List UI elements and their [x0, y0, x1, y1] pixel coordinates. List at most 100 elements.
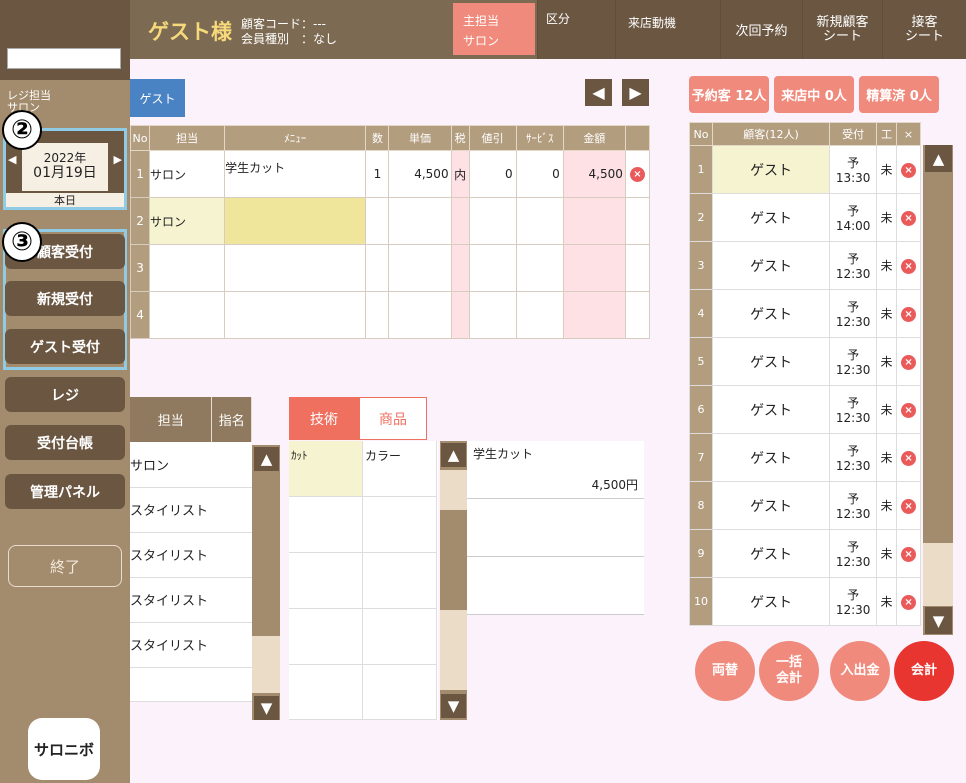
nomination-cell[interactable] [211, 577, 252, 623]
tab-tech[interactable]: 技術 [289, 397, 359, 440]
res-customer-name[interactable]: ゲスト [711, 529, 831, 578]
res-customer-name[interactable]: ゲスト [711, 577, 831, 626]
delete-icon[interactable]: × [901, 546, 917, 562]
list-item[interactable]: サロン [130, 442, 252, 488]
nomination-cell[interactable] [211, 487, 252, 533]
delete-icon[interactable]: × [901, 210, 917, 226]
category-empty[interactable] [289, 665, 363, 720]
delete-icon[interactable]: × [901, 258, 917, 274]
table-row[interactable]: 4 [129, 291, 651, 339]
today-button[interactable]: 本日 [6, 192, 124, 207]
category-empty[interactable] [363, 497, 437, 553]
category-scroll-thumb[interactable] [440, 470, 467, 510]
admin-panel-button[interactable]: 管理パネル [5, 474, 125, 509]
register-button[interactable]: レジ [5, 377, 125, 412]
category-empty[interactable] [363, 609, 437, 665]
nomination-cell[interactable] [211, 532, 252, 578]
res-customer-name[interactable]: ゲスト [711, 193, 831, 242]
table-row[interactable]: 2 ゲスト 予14:00 未 × [689, 193, 921, 242]
next-arrow-icon[interactable]: ▶ [622, 79, 649, 106]
visit-reason-button[interactable]: 来店動機 [615, 0, 720, 59]
staff-name[interactable]: スタイリスト [130, 577, 212, 623]
row-staff[interactable] [149, 244, 226, 292]
table-row[interactable]: 1 ゲスト 予13:30 未 × [689, 145, 921, 194]
reserved-count-button[interactable]: 予約客 12人 [689, 76, 769, 113]
row-price[interactable] [388, 244, 452, 292]
staff-name[interactable]: サロン [130, 442, 212, 488]
row-menu[interactable]: 学生カット [224, 150, 367, 198]
category-scroll-up-icon[interactable]: ▲ [441, 443, 466, 467]
row-discount[interactable] [468, 291, 517, 339]
row-menu[interactable] [224, 291, 367, 339]
table-row[interactable]: 5 ゲスト 予12:30 未 × [689, 337, 921, 386]
staff-scroll-down-icon[interactable]: ▼ [254, 696, 279, 720]
reception-ledger-button[interactable]: 受付台帳 [5, 425, 125, 460]
res-customer-name[interactable]: ゲスト [711, 241, 831, 290]
reservation-scroll-up-icon[interactable]: ▲ [925, 145, 952, 172]
row-menu[interactable] [224, 197, 367, 245]
table-row[interactable]: 10 ゲスト 予12:30 未 × [689, 577, 921, 626]
row-qty[interactable] [365, 244, 390, 292]
table-row[interactable]: 3 ゲスト 予12:30 未 × [689, 241, 921, 290]
table-row[interactable]: 7 ゲスト 予12:30 未 × [689, 433, 921, 482]
delete-icon[interactable]: × [629, 167, 645, 182]
category-empty[interactable] [289, 609, 363, 665]
prev-date-icon[interactable]: ◀ [8, 153, 16, 166]
visiting-count-button[interactable]: 来店中 0人 [774, 76, 854, 113]
res-customer-name[interactable]: ゲスト [711, 145, 831, 194]
checkout-button[interactable]: 会計 [894, 641, 954, 701]
row-qty[interactable] [365, 291, 390, 339]
staff-name[interactable] [130, 667, 212, 702]
guest-accept-button[interactable]: ゲスト受付 [5, 329, 125, 364]
res-customer-name[interactable]: ゲスト [711, 385, 831, 434]
res-customer-name[interactable]: ゲスト [711, 289, 831, 338]
res-customer-name[interactable]: ゲスト [711, 433, 831, 482]
delete-icon[interactable]: × [901, 162, 917, 178]
row-discount[interactable] [468, 197, 517, 245]
category-empty[interactable] [289, 497, 363, 553]
row-price[interactable]: 4,500 [388, 150, 452, 198]
category-empty[interactable] [289, 553, 363, 609]
menu-item[interactable]: 学生カット 4,500円 [467, 441, 644, 499]
tab-product[interactable]: 商品 [359, 397, 427, 440]
row-menu[interactable] [224, 244, 367, 292]
bulk-checkout-button[interactable]: 一括 会計 [759, 641, 819, 701]
category-scroll-down-icon[interactable]: ▼ [441, 694, 466, 718]
row-price[interactable] [388, 197, 452, 245]
category-empty[interactable] [363, 665, 437, 720]
guest-tab[interactable]: ゲスト [130, 79, 185, 117]
new-accept-button[interactable]: 新規受付 [5, 281, 125, 316]
staff-scroll-up-icon[interactable]: ▲ [254, 447, 279, 471]
row-price[interactable] [388, 291, 452, 339]
row-service[interactable] [515, 197, 564, 245]
list-item[interactable]: スタイリスト [130, 577, 252, 623]
menu-item[interactable] [467, 499, 644, 557]
table-row[interactable]: 3 [129, 244, 651, 292]
row-discount[interactable] [468, 244, 517, 292]
row-qty[interactable] [365, 197, 390, 245]
next-date-icon[interactable]: ▶ [114, 153, 122, 166]
table-row[interactable]: 8 ゲスト 予12:30 未 × [689, 481, 921, 530]
delete-icon[interactable]: × [901, 498, 917, 514]
prev-arrow-icon[interactable]: ◀ [585, 79, 612, 106]
table-row[interactable]: 6 ゲスト 予12:30 未 × [689, 385, 921, 434]
delete-icon[interactable]: × [901, 354, 917, 370]
menu-item[interactable] [467, 557, 644, 615]
row-service[interactable] [515, 244, 564, 292]
exit-button[interactable]: 終了 [8, 545, 122, 587]
nomination-cell[interactable] [211, 442, 252, 488]
nomination-cell[interactable] [211, 622, 252, 668]
staff-name[interactable]: スタイリスト [130, 532, 212, 578]
staff-name[interactable]: スタイリスト [130, 622, 212, 668]
reservation-scroll-thumb[interactable] [923, 543, 953, 606]
table-row[interactable]: 9 ゲスト 予12:30 未 × [689, 529, 921, 578]
category-empty[interactable] [363, 553, 437, 609]
category-button[interactable]: 区分 [537, 0, 615, 59]
new-customer-sheet-button[interactable]: 新規顧客 シート [802, 0, 882, 59]
reservation-scroll-down-icon[interactable]: ▼ [925, 607, 952, 634]
row-staff[interactable]: サロン [149, 197, 226, 245]
list-item[interactable]: スタイリスト [130, 487, 252, 533]
list-item[interactable]: スタイリスト [130, 532, 252, 578]
delete-icon[interactable]: × [901, 594, 917, 610]
row-staff[interactable] [149, 291, 226, 339]
